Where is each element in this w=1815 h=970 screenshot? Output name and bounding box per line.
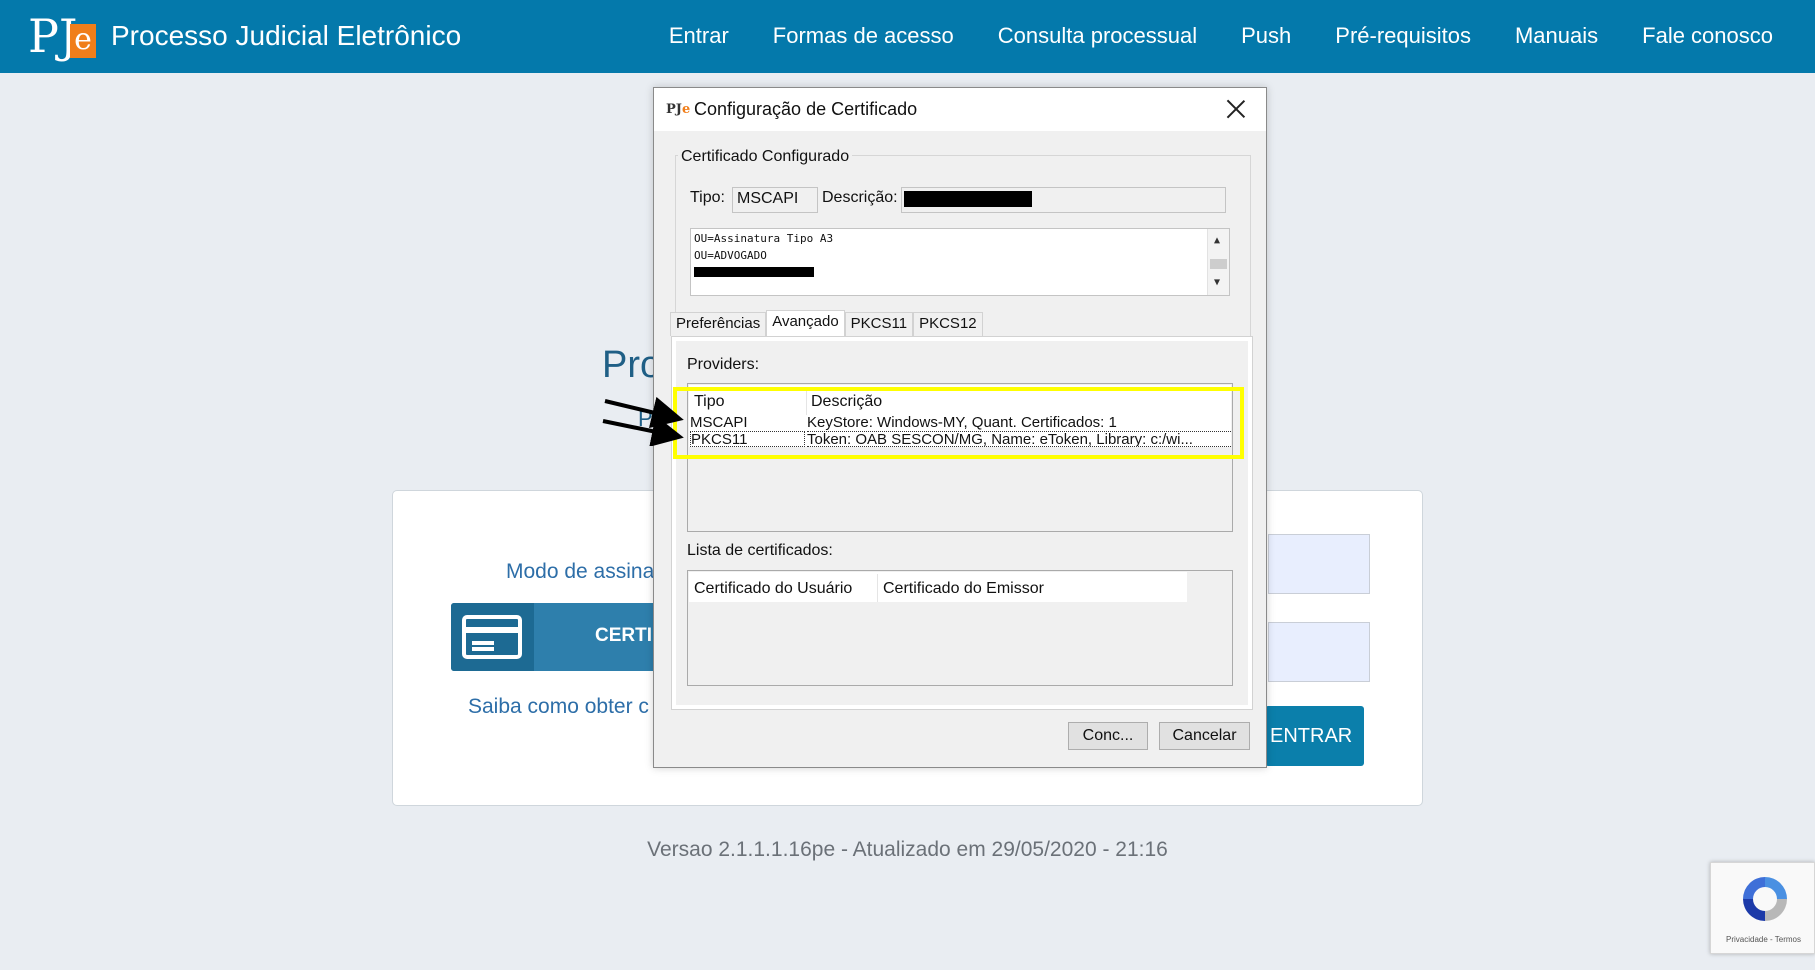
annotation-arrows — [602, 396, 684, 446]
tipo-label: Tipo: — [690, 189, 725, 206]
redaction-bar — [694, 267, 814, 277]
column-header-user-certificate[interactable]: Certificado do Usuário — [694, 580, 852, 598]
scroll-up-icon[interactable]: ▲ — [1214, 235, 1220, 246]
certificate-list-label: Lista de certificados: — [687, 542, 833, 559]
tab-pkcs11[interactable]: PKCS11 — [844, 312, 914, 336]
certificate-list-table: Certificado do Usuário Certificado do Em… — [687, 570, 1233, 686]
certificate-details-textarea[interactable]: OU=Assinatura Tipo A3 OU=ADVOGADO ▲ ▼ — [690, 228, 1230, 296]
certificate-help-link[interactable]: Saiba como obter c — [468, 695, 649, 719]
details-scrollbar[interactable]: ▲ ▼ — [1207, 229, 1229, 295]
close-icon[interactable] — [1226, 99, 1246, 119]
scroll-thumb[interactable] — [1210, 259, 1227, 269]
certificate-list-header: Certificado do Usuário Certificado do Em… — [689, 572, 1187, 602]
site-brand[interactable]: Processo Judicial Eletrônico — [111, 18, 461, 54]
descricao-label: Descrição: — [822, 189, 898, 206]
app-icon-e: e — [681, 102, 691, 117]
nav-entrar[interactable]: Entrar — [647, 18, 751, 54]
username-input[interactable] — [1268, 534, 1370, 594]
entrar-button[interactable]: ENTRAR — [1265, 706, 1364, 766]
logo-letter-e: e — [70, 24, 96, 58]
nav-manuais[interactable]: Manuais — [1493, 18, 1620, 54]
certificate-button-icon-box — [451, 603, 534, 671]
dialog-tabs: Preferências Avançado PKCS11 PKCS12 — [670, 310, 983, 336]
nav-links: Entrar Formas de acesso Consulta process… — [647, 18, 1795, 54]
configured-certificate-label: Certificado Configurado — [678, 148, 853, 166]
credit-card-icon — [462, 615, 522, 659]
descricao-field — [901, 187, 1226, 213]
redaction-bar — [904, 191, 1032, 207]
nav-consulta-processual[interactable]: Consulta processual — [976, 18, 1219, 54]
tab-avancado[interactable]: Avançado — [766, 310, 845, 336]
highlight-box — [673, 387, 1244, 459]
top-navbar: P J e Processo Judicial Eletrônico Entra… — [0, 0, 1815, 73]
pje-app-icon: PJe — [666, 102, 690, 117]
app-icon-pj: PJ — [666, 102, 682, 117]
nav-fale-conosco[interactable]: Fale conosco — [1620, 18, 1795, 54]
recaptcha-badge[interactable]: Privacidade - Termos — [1710, 862, 1815, 954]
pje-logo[interactable]: P J e — [28, 6, 98, 66]
column-header-issuer-certificate[interactable]: Certificado do Emissor — [883, 580, 1044, 598]
arrow-icon — [602, 415, 684, 446]
recaptcha-links[interactable]: Privacidade - Termos — [1711, 935, 1815, 944]
details-line: OU=Assinatura Tipo A3 — [694, 232, 834, 245]
tipo-field: MSCAPI — [732, 187, 818, 213]
nav-push[interactable]: Push — [1219, 18, 1313, 54]
password-input[interactable] — [1268, 622, 1370, 682]
dialog-titlebar[interactable]: PJe Configuração de Certificado — [654, 88, 1266, 131]
cancel-button[interactable]: Cancelar — [1159, 722, 1250, 750]
dialog-title: Configuração de Certificado — [694, 99, 918, 119]
tab-pkcs12[interactable]: PKCS12 — [913, 312, 983, 336]
nav-formas-de-acesso[interactable]: Formas de acesso — [751, 18, 976, 54]
recaptcha-icon — [1743, 877, 1787, 921]
scroll-down-icon[interactable]: ▼ — [1214, 277, 1220, 288]
providers-label: Providers: — [687, 356, 760, 373]
column-divider[interactable] — [877, 574, 878, 602]
tab-preferencias[interactable]: Preferências — [670, 312, 767, 336]
logo-letter-p: P — [28, 9, 59, 63]
arrow-icon — [604, 396, 684, 428]
signature-mode-label: Modo de assina — [506, 560, 655, 583]
details-line: OU=ADVOGADO — [694, 249, 767, 262]
conclude-button[interactable]: Conc... — [1068, 722, 1148, 750]
nav-pre-requisitos[interactable]: Pré-requisitos — [1313, 18, 1493, 54]
version-text: Versao 2.1.1.1.16pe - Atualizado em 29/0… — [647, 838, 1168, 861]
